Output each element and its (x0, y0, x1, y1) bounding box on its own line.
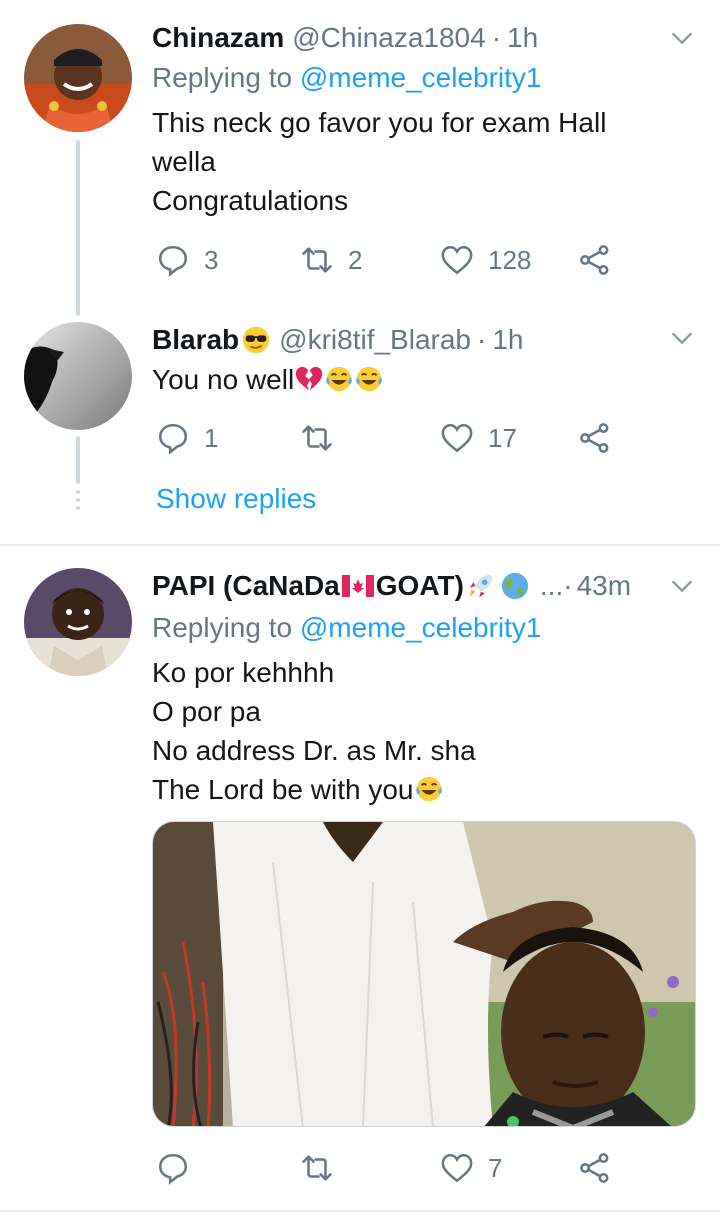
user-handle[interactable]: @kri8tif_Blarab (279, 322, 471, 358)
share-button[interactable] (578, 240, 612, 280)
like-button[interactable]: 7 (440, 1148, 502, 1188)
reply-icon (158, 245, 188, 277)
divider (0, 1210, 720, 1212)
share-button[interactable] (578, 418, 612, 458)
tweet-media-photo[interactable] (152, 821, 696, 1127)
like-button[interactable]: 17 (440, 418, 517, 458)
share-button[interactable] (578, 1148, 612, 1188)
retweet-button[interactable] (300, 1148, 348, 1188)
separator-dot: · (477, 324, 487, 355)
tweet-actions: 3 2 128 (152, 240, 632, 280)
share-icon (580, 245, 609, 275)
tweet-text: This neck go favor you for exam Hall wel… (152, 103, 680, 220)
reply-count: 3 (204, 244, 219, 275)
avatar[interactable] (24, 24, 132, 132)
avatar[interactable] (24, 568, 132, 676)
thread-dots (76, 490, 80, 514)
like-button[interactable]: 128 (440, 240, 531, 280)
thread-line (76, 436, 80, 484)
tweet-actions: 7 (152, 1148, 632, 1188)
tweet-text-line: O por pa (152, 696, 261, 727)
retweet-icon (302, 425, 332, 451)
avatar[interactable] (24, 322, 132, 430)
share-icon (580, 1153, 609, 1183)
replying-to-label: Replying to (152, 612, 293, 643)
tweet-text-line: wella (152, 146, 216, 177)
crying-laughing-emoji-icon (415, 776, 442, 802)
tweet-text: Ko por kehhhh O por pa No address Dr. as… (152, 653, 680, 809)
canada-flag-emoji-icon (341, 575, 374, 597)
tweet-text-line: Congratulations (152, 185, 349, 216)
tweet-header: Blarab @kri8tif_Blarab · 1h (152, 322, 660, 358)
crying-laughing-emoji-icon (326, 366, 352, 392)
retweet-button[interactable]: 2 (300, 240, 362, 280)
like-count: 7 (488, 1152, 503, 1183)
retweet-count: 2 (348, 244, 363, 275)
reply-icon (158, 423, 188, 455)
display-name-suffix[interactable]: GOAT) (376, 568, 464, 604)
retweet-icon (302, 247, 332, 273)
timestamp[interactable]: 43m (577, 568, 631, 604)
display-name[interactable]: Chinazam (152, 20, 284, 56)
tweet-chinazam[interactable]: Chinazam @Chinaza1804 · 1h Replying to @… (0, 0, 720, 316)
tweet-text-line: This neck go favor you for exam Hall (152, 107, 607, 138)
user-handle[interactable]: @Chinaza1804 (292, 20, 485, 56)
ellipsis: ... (539, 570, 564, 601)
tweet-actions: 1 17 (152, 418, 632, 458)
separator-dot: · (491, 22, 502, 53)
tweet-text-line: You no well (152, 364, 295, 395)
display-name[interactable]: Blarab (152, 322, 239, 358)
chevron-down-icon[interactable] (668, 572, 696, 600)
heart-icon (441, 245, 473, 275)
retweet-icon (302, 1155, 332, 1181)
replying-to: Replying to @meme_celebrity1 (152, 60, 542, 96)
chevron-down-icon[interactable] (668, 24, 696, 52)
rocket-emoji-icon (469, 574, 493, 598)
replying-to: Replying to @meme_celebrity1 (152, 610, 542, 646)
thread-line (76, 140, 80, 316)
timestamp[interactable]: 1h (507, 20, 538, 56)
tweet-header: Chinazam @Chinaza1804 · 1h (152, 20, 660, 56)
mention-link[interactable]: @meme_celebrity1 (300, 62, 542, 93)
heart-icon (441, 423, 473, 453)
like-count: 128 (488, 244, 532, 275)
globe-emoji-icon (501, 572, 529, 600)
tweet-header: PAPI (CaNaDa GOAT) ... · 43m (152, 568, 640, 604)
timestamp[interactable]: 1h (492, 322, 523, 358)
show-replies-link[interactable]: Show replies (156, 481, 316, 517)
tweet-text-line: Ko por kehhhh (152, 657, 335, 688)
sunglasses-emoji-icon (243, 326, 270, 354)
display-name[interactable]: PAPI (CaNaDa (152, 568, 340, 604)
tweet-blarab[interactable]: Blarab @kri8tif_Blarab · 1h You no well … (0, 310, 720, 546)
crying-laughing-emoji-icon (356, 366, 382, 392)
chevron-down-icon[interactable] (668, 324, 696, 352)
tweet-text-line: No address Dr. as Mr. sha (152, 735, 476, 766)
tweet-papi[interactable]: PAPI (CaNaDa GOAT) ... · 43m Replying to… (0, 546, 720, 1218)
share-icon (580, 423, 609, 453)
heart-icon (441, 1153, 473, 1183)
like-count: 17 (488, 422, 517, 453)
separator-dot: · (563, 570, 573, 601)
tweet-text: You no well (152, 360, 680, 399)
reply-button[interactable]: 1 (156, 418, 218, 458)
reply-button[interactable] (156, 1148, 204, 1188)
replying-to-label: Replying to (152, 62, 293, 93)
reply-count: 1 (204, 422, 219, 453)
mention-link[interactable]: @meme_celebrity1 (300, 612, 542, 643)
reply-icon (158, 1153, 188, 1185)
reply-button[interactable]: 3 (156, 240, 218, 280)
tweet-text-line: The Lord be with you (152, 774, 414, 805)
broken-heart-emoji-icon (296, 366, 323, 391)
retweet-button[interactable] (300, 418, 348, 458)
